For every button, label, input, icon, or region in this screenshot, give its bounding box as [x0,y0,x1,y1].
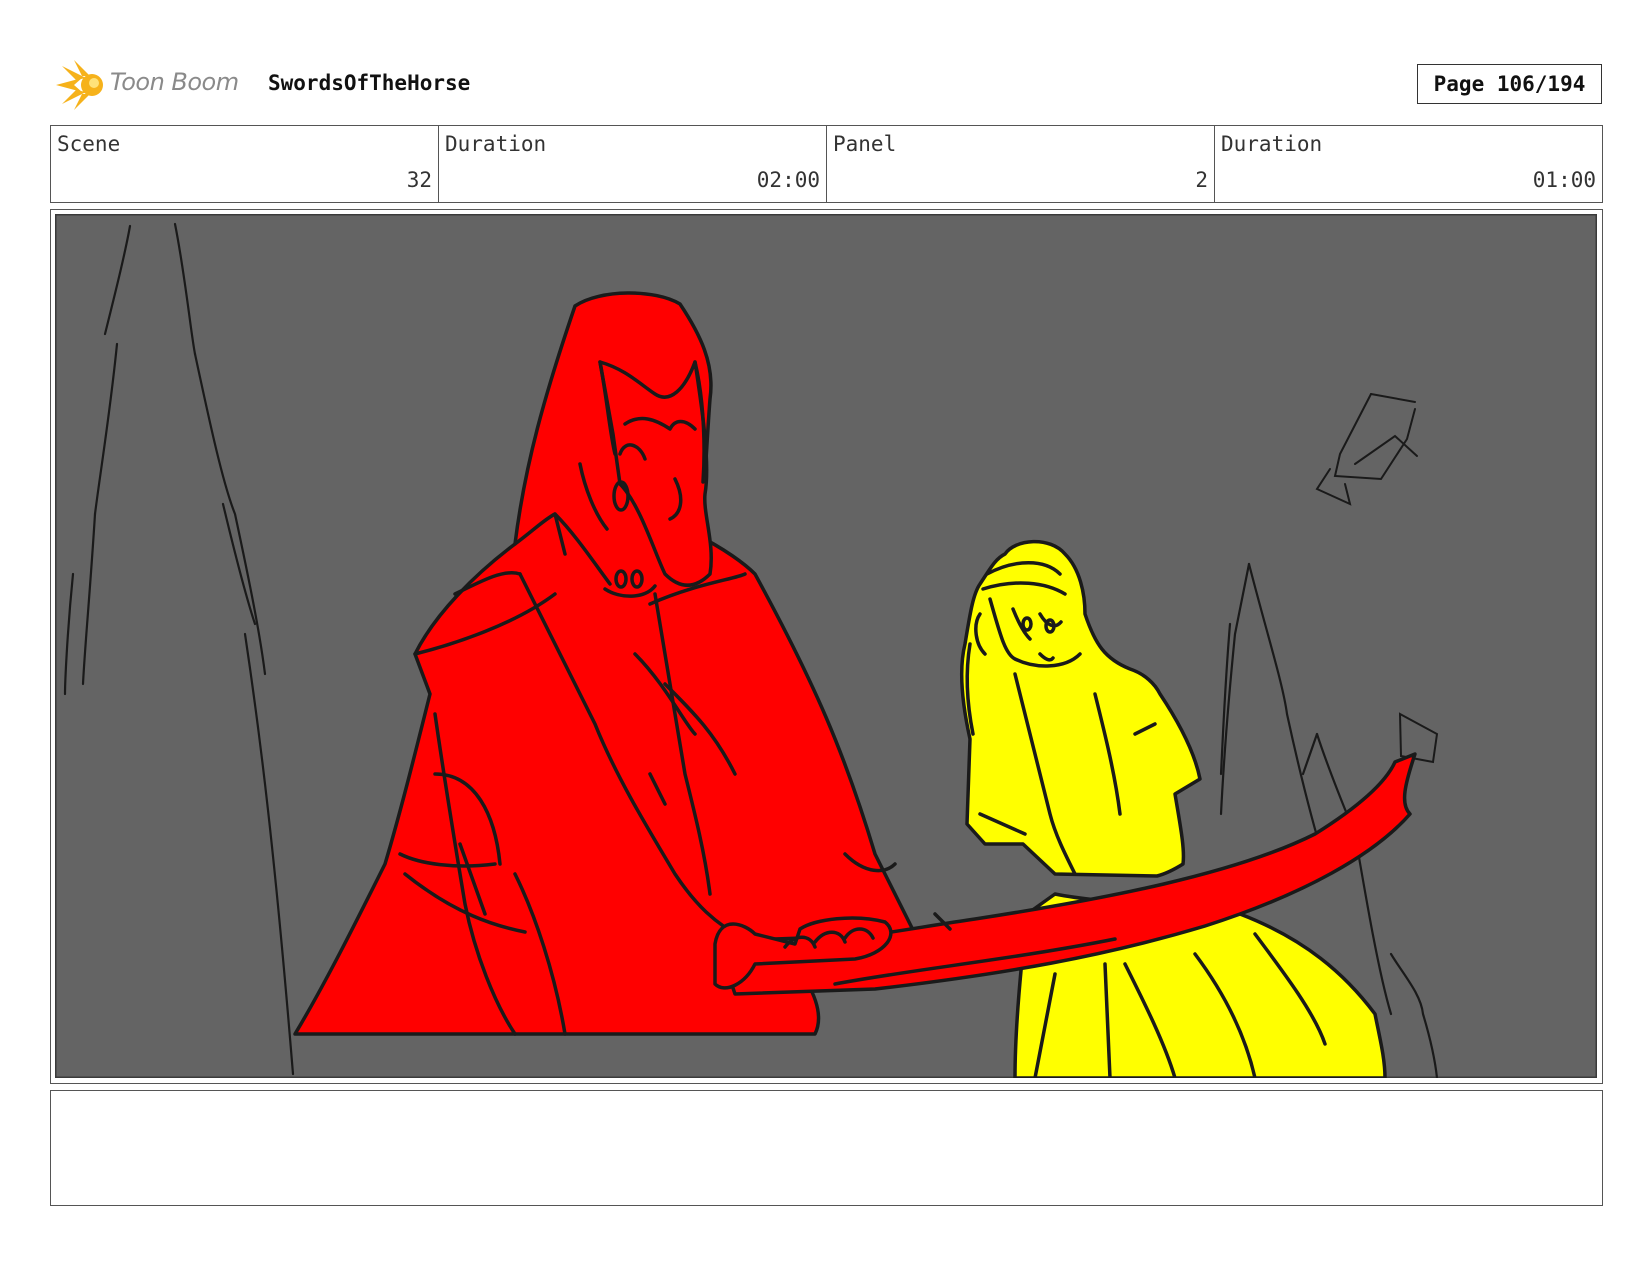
scene-cell: Scene 32 [51,126,439,202]
panel-value: 2 [1195,168,1208,192]
panel-cell: Panel 2 [827,126,1215,202]
storyboard-panel [50,209,1603,1084]
scene-duration-cell: Duration 02:00 [439,126,827,202]
panel-duration-cell: Duration 01:00 [1215,126,1602,202]
panel-drawing [55,214,1597,1078]
panel-duration-label: Duration [1221,132,1323,156]
scene-duration-value: 02:00 [756,168,820,192]
scene-duration-label: Duration [445,132,547,156]
info-row: Scene 32 Duration 02:00 Panel 2 Duration… [50,125,1603,203]
panel-notes [50,1090,1603,1206]
panel-duration-value: 01:00 [1532,168,1596,192]
scene-label: Scene [57,132,121,156]
scene-value: 32 [406,168,432,192]
page-indicator: Page 106/194 [1417,64,1602,104]
panel-label: Panel [833,132,897,156]
project-title: SwordsOfTheHorse [268,71,471,95]
logo-text: Toon Boom [110,68,239,96]
